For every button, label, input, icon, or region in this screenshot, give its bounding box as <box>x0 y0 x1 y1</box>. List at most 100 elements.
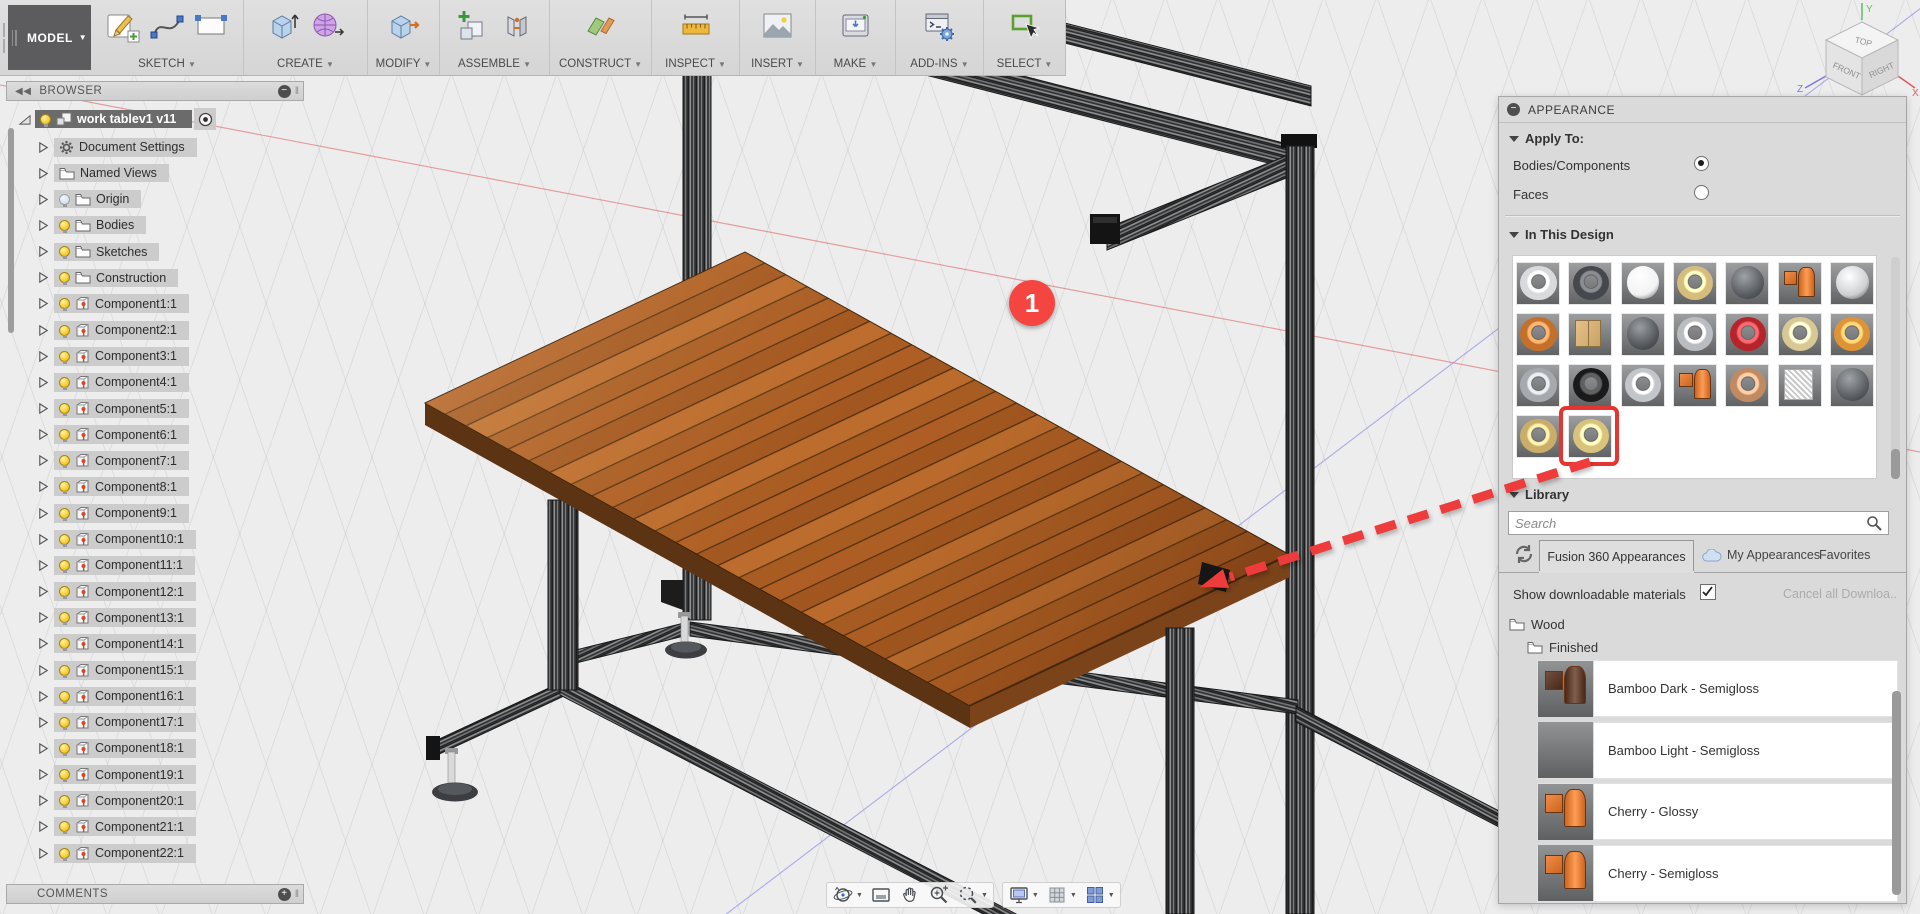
visibility-bulb-icon[interactable] <box>59 848 70 859</box>
visibility-bulb-icon[interactable] <box>59 534 70 545</box>
browser-row[interactable]: Component4:1 <box>37 371 189 393</box>
apply-to-section-header[interactable]: Apply To: <box>1509 131 1584 146</box>
visibility-bulb-icon[interactable] <box>59 194 70 205</box>
visibility-bulb-icon[interactable] <box>40 114 51 125</box>
toolbar-group-create[interactable]: CREATE ▼ <box>243 0 367 75</box>
show-downloadable-checkbox[interactable] <box>1700 584 1716 600</box>
browser-row[interactable]: Component18:1 <box>37 737 196 759</box>
collapse-panel-icon[interactable]: ◀◀ <box>15 86 31 97</box>
scripts-addins-icon[interactable] <box>922 8 958 44</box>
swatch-sand-torus[interactable] <box>1778 313 1822 356</box>
swatch-cardboard-box[interactable] <box>1568 313 1612 356</box>
browser-row[interactable]: Origin <box>37 188 141 210</box>
add-comment-icon[interactable]: + <box>278 888 291 901</box>
browser-item-component-4[interactable]: Component4:1 <box>54 373 189 392</box>
tab-fusion-appearances[interactable]: Fusion 360 Appearances <box>1539 540 1694 572</box>
browser-row[interactable]: Component15:1 <box>37 659 196 681</box>
browser-item-component-21[interactable]: Component21:1 <box>54 817 196 836</box>
browser-item-component-15[interactable]: Component15:1 <box>54 661 196 680</box>
browser-row[interactable]: Named Views <box>37 162 169 184</box>
apply-to-faces-radio[interactable] <box>1694 185 1709 200</box>
swatch-white-mesh[interactable] <box>1778 364 1822 407</box>
browser-item-document-settings[interactable]: Document Settings <box>54 138 197 157</box>
swatch-scrollbar[interactable] <box>1891 257 1900 479</box>
material-bamboo-dark-semigloss[interactable]: Bamboo Dark - Semigloss <box>1537 660 1898 717</box>
swatch-charcoal-torus[interactable] <box>1568 262 1612 305</box>
appearance-dialog-header[interactable]: − APPEARANCE <box>1499 97 1906 123</box>
visibility-bulb-icon[interactable] <box>59 325 70 336</box>
browser-row[interactable]: Component10:1 <box>37 528 196 550</box>
tab-favorites[interactable]: Favorites <box>1819 548 1870 562</box>
browser-row[interactable]: Component2:1 <box>37 319 189 341</box>
swatch-white-sphere[interactable] <box>1621 262 1665 305</box>
select-cursor-icon[interactable] <box>1007 8 1043 44</box>
swatch-graphite-sphere[interactable] <box>1830 364 1874 407</box>
swatch-cherry-wood-furniture[interactable] <box>1778 262 1822 305</box>
browser-row[interactable]: Document Settings <box>37 136 197 158</box>
browser-item-named-views[interactable]: Named Views <box>54 164 169 182</box>
visibility-bulb-icon[interactable] <box>59 612 70 623</box>
browser-item-component-3[interactable]: Component3:1 <box>54 347 189 366</box>
in-this-design-section-header[interactable]: In This Design <box>1509 227 1614 242</box>
joint-icon[interactable] <box>499 8 535 44</box>
browser-item-component-10[interactable]: Component10:1 <box>54 530 196 549</box>
measure-icon[interactable] <box>678 8 714 44</box>
visibility-bulb-icon[interactable] <box>59 508 70 519</box>
swatch-dark-gray-sphere[interactable] <box>1621 313 1665 356</box>
construction-plane-icon[interactable] <box>583 8 619 44</box>
toolbar-group-make[interactable]: MAKE ▼ <box>815 0 895 75</box>
swatch-cherry-wood-furniture-2[interactable] <box>1673 364 1717 407</box>
swatch-bamboo-light-torus[interactable] <box>1673 262 1717 305</box>
3d-print-icon[interactable] <box>838 8 874 44</box>
collapse-all-icon[interactable] <box>18 113 31 126</box>
swatch-chrome-torus[interactable] <box>1673 313 1717 356</box>
visibility-bulb-icon[interactable] <box>59 691 70 702</box>
browser-item-component-20[interactable]: Component20:1 <box>54 791 196 810</box>
apply-to-bodies-radio[interactable] <box>1694 156 1709 171</box>
library-search-input[interactable]: Search <box>1508 511 1889 535</box>
swatch-red-torus[interactable] <box>1725 313 1769 356</box>
browser-item-component-6[interactable]: Component6:1 <box>54 425 189 444</box>
swatch-steel-torus[interactable] <box>1516 262 1560 305</box>
browser-item-component-13[interactable]: Component13:1 <box>54 608 196 627</box>
comments-header[interactable]: COMMENTS + ‖ <box>6 884 304 904</box>
spline-icon[interactable] <box>149 8 185 44</box>
comments-resize-handle[interactable]: ‖ <box>295 889 300 900</box>
material-bamboo-light-semigloss[interactable]: Bamboo Light - Semigloss <box>1537 722 1898 779</box>
browser-row[interactable]: Component8:1 <box>37 476 189 498</box>
browser-row[interactable]: Component22:1 <box>37 842 196 864</box>
browser-item-origin[interactable]: Origin <box>54 190 141 208</box>
create-box-icon[interactable] <box>266 8 302 44</box>
dialog-collapse-icon[interactable]: − <box>1507 103 1520 116</box>
browser-row[interactable]: Component3:1 <box>37 345 189 367</box>
browser-item-component-2[interactable]: Component2:1 <box>54 321 189 340</box>
toolbar-group-modify[interactable]: MODIFY ▼ <box>367 0 439 75</box>
browser-row[interactable]: Component20:1 <box>37 790 196 812</box>
toolbar-group-assemble[interactable]: ASSEMBLE ▼ <box>439 0 549 75</box>
material-cherry-semigloss[interactable]: Cherry - Semigloss <box>1537 845 1898 902</box>
visibility-bulb-icon[interactable] <box>59 377 70 388</box>
tab-my-appearances[interactable]: My Appearances <box>1702 548 1820 562</box>
swatch-black-torus[interactable] <box>1568 364 1612 407</box>
create-sketch-icon[interactable] <box>105 8 141 44</box>
view-cube[interactable]: Y Z X TOP FRONT RIGHT <box>1795 0 1920 96</box>
library-folder-wood[interactable]: Wood <box>1509 617 1565 632</box>
browser-row[interactable]: Component16:1 <box>37 685 196 707</box>
grid-settings-icon[interactable]: ▼ <box>1046 884 1077 906</box>
visibility-bulb-icon[interactable] <box>59 298 70 309</box>
zoom-icon[interactable] <box>928 884 950 906</box>
visibility-bulb-icon[interactable] <box>59 351 70 362</box>
browser-item-construction[interactable]: Construction <box>54 269 178 287</box>
toolbar-group-construct[interactable]: CONSTRUCT ▼ <box>549 0 651 75</box>
pan-icon[interactable] <box>899 884 921 906</box>
activate-component-radio[interactable] <box>194 108 216 130</box>
swatch-copper-torus[interactable] <box>1725 364 1769 407</box>
visibility-bulb-icon[interactable] <box>59 560 70 571</box>
display-settings-icon[interactable]: ▼ <box>1008 884 1039 906</box>
browser-row[interactable]: Component17:1 <box>37 711 196 733</box>
browser-row[interactable]: Component11:1 <box>37 554 195 576</box>
browser-item-component-18[interactable]: Component18:1 <box>54 739 196 758</box>
visibility-bulb-icon[interactable] <box>59 665 70 676</box>
look-at-icon[interactable] <box>870 884 892 906</box>
browser-item-sketches[interactable]: Sketches <box>54 243 159 261</box>
